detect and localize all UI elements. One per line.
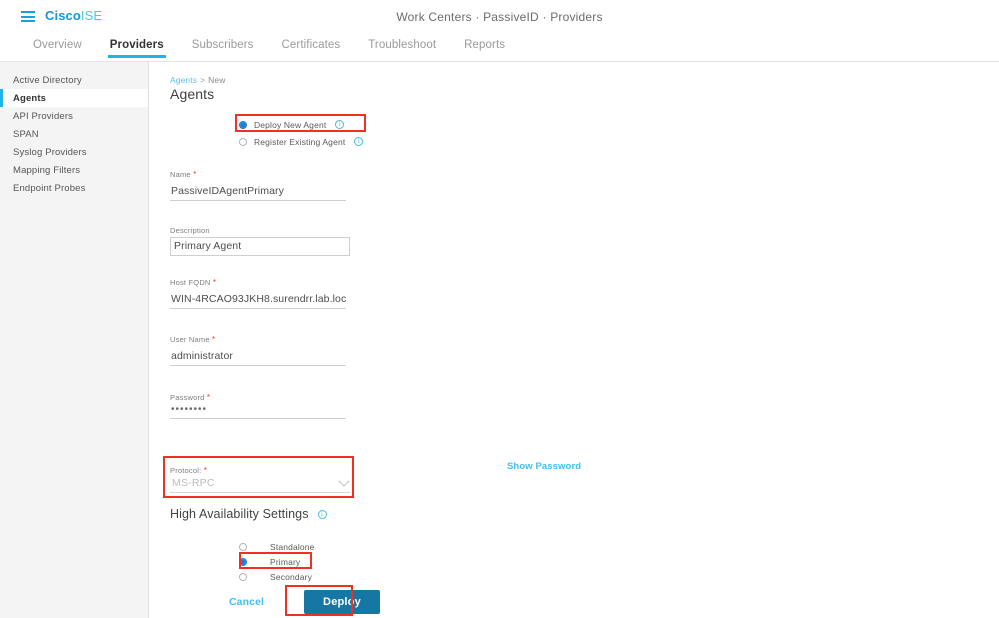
- radio-row-register-existing-agent[interactable]: Register Existing Agent i: [239, 134, 469, 149]
- hamburger-line: [21, 11, 35, 13]
- radio-label-primary: Primary: [270, 556, 301, 567]
- radio-label-standalone: Standalone: [270, 541, 315, 552]
- field-label-user-name: User Name *: [170, 335, 346, 344]
- field-name: Name *: [170, 170, 346, 201]
- field-label-name: Name *: [170, 170, 346, 179]
- main-content-area: Agents > New Agents Deploy New Agent i Reg…: [149, 62, 999, 618]
- radio-primary[interactable]: [239, 557, 247, 566]
- field-protocol: Protocol: * MS-RPC: [170, 466, 350, 493]
- radio-row-primary[interactable]: Primary: [239, 554, 439, 569]
- required-marker-host-fqdn: *: [212, 278, 217, 287]
- radio-secondary[interactable]: [239, 572, 247, 581]
- field-label-protocol: Protocol: *: [170, 466, 350, 475]
- high-availability-section-title: High Availability Settings i: [170, 507, 327, 521]
- breadcrumb-path-title: Work Centers · PassiveID · Providers: [396, 10, 603, 24]
- field-host-fqdn: Host FQDN *: [170, 278, 346, 309]
- password-input[interactable]: ••••••••: [170, 404, 346, 419]
- left-sidebar-navigation: Active Directory Agents API Providers SP…: [0, 62, 149, 618]
- field-label-host-fqdn: Host FQDN *: [170, 278, 346, 287]
- radio-standalone[interactable]: [239, 542, 247, 551]
- sidebar-item-mapping-filters[interactable]: Mapping Filters: [0, 161, 148, 179]
- info-icon-high-availability[interactable]: i: [317, 509, 327, 519]
- radio-label-register-existing-agent: Register Existing Agent: [254, 136, 346, 147]
- required-marker-name: *: [193, 170, 197, 179]
- label-text-user-name: User Name: [170, 335, 210, 344]
- agent-mode-radio-group: Deploy New Agent i Register Existing Age…: [239, 117, 469, 151]
- required-marker-protocol: *: [203, 466, 208, 475]
- field-label-password: Password *: [170, 393, 346, 402]
- label-text-name: Name: [170, 170, 191, 179]
- show-password-link[interactable]: Show Password: [507, 461, 581, 472]
- radio-deploy-new-agent[interactable]: [239, 120, 247, 129]
- hamburger-menu-icon[interactable]: [21, 11, 35, 22]
- top-bar: CiscoISE Work Centers · PassiveID · Prov…: [0, 0, 999, 34]
- field-description: Description Primary Agent: [170, 226, 350, 261]
- info-icon-deploy-new-agent[interactable]: i: [335, 120, 345, 129]
- radio-row-secondary[interactable]: Secondary: [239, 569, 439, 584]
- sidebar-item-endpoint-probes[interactable]: Endpoint Probes: [0, 179, 148, 197]
- label-text-password: Password: [170, 393, 205, 402]
- chevron-down-icon: [338, 475, 350, 487]
- form-action-bar: Cancel Deploy: [223, 590, 380, 614]
- application-window: CiscoISE Work Centers · PassiveID · Prov…: [0, 0, 999, 618]
- required-marker-password: *: [206, 393, 211, 402]
- brand-ise-text: ISE: [80, 8, 103, 23]
- sidebar-item-active-directory[interactable]: Active Directory: [0, 71, 148, 89]
- description-textarea[interactable]: Primary Agent: [170, 237, 350, 256]
- tab-troubleshoot[interactable]: Troubleshoot: [354, 34, 450, 57]
- tab-providers[interactable]: Providers: [96, 34, 178, 58]
- label-text-protocol: Protocol:: [170, 466, 202, 475]
- breadcrumb: Agents > New: [170, 75, 225, 85]
- required-marker-user-name: *: [212, 335, 216, 344]
- tab-certificates[interactable]: Certificates: [268, 34, 355, 57]
- cancel-button[interactable]: Cancel: [223, 592, 270, 612]
- hamburger-line: [21, 20, 35, 22]
- tab-subscribers[interactable]: Subscribers: [178, 34, 268, 57]
- label-text-host-fqdn: Host FQDN: [170, 278, 211, 287]
- field-password: Password * ••••••••: [170, 393, 346, 419]
- host-fqdn-input[interactable]: [170, 293, 346, 309]
- field-label-description: Description: [170, 226, 346, 235]
- radio-label-deploy-new-agent: Deploy New Agent: [254, 119, 327, 130]
- sidebar-item-api-providers[interactable]: API Providers: [0, 107, 148, 125]
- section-title-text: High Availability Settings: [170, 507, 309, 521]
- label-text-description: Description: [170, 226, 210, 235]
- sidebar-item-syslog-providers[interactable]: Syslog Providers: [0, 143, 148, 161]
- brand-logo[interactable]: CiscoISE: [45, 8, 102, 23]
- page-title: Agents: [170, 86, 215, 102]
- user-name-input[interactable]: [170, 350, 346, 366]
- protocol-selected-value: MS-RPC: [172, 477, 215, 489]
- brand-cisco-text: Cisco: [45, 8, 81, 23]
- breadcrumb-link-agents[interactable]: Agents: [170, 75, 197, 85]
- radio-row-deploy-new-agent[interactable]: Deploy New Agent i: [239, 117, 469, 132]
- protocol-select[interactable]: MS-RPC: [170, 475, 350, 493]
- hamburger-line: [21, 15, 35, 18]
- breadcrumb-current-new: New: [208, 75, 226, 85]
- radio-register-existing-agent[interactable]: [239, 137, 247, 146]
- deploy-button[interactable]: Deploy: [304, 590, 380, 614]
- breadcrumb-separator-icon: >: [200, 75, 206, 85]
- tab-reports[interactable]: Reports: [450, 34, 519, 57]
- tab-overview[interactable]: Overview: [19, 34, 96, 57]
- radio-label-secondary: Secondary: [270, 571, 312, 582]
- main-tab-bar: Overview Providers Subscribers Certifica…: [0, 34, 999, 62]
- field-user-name: User Name *: [170, 335, 346, 366]
- high-availability-radio-group: Standalone Primary Secondary: [239, 539, 439, 584]
- radio-row-standalone[interactable]: Standalone: [239, 539, 439, 554]
- sidebar-item-span[interactable]: SPAN: [0, 125, 148, 143]
- name-input[interactable]: [170, 185, 346, 201]
- sidebar-item-agents[interactable]: Agents: [0, 89, 148, 107]
- info-icon-register-existing-agent[interactable]: i: [354, 137, 364, 146]
